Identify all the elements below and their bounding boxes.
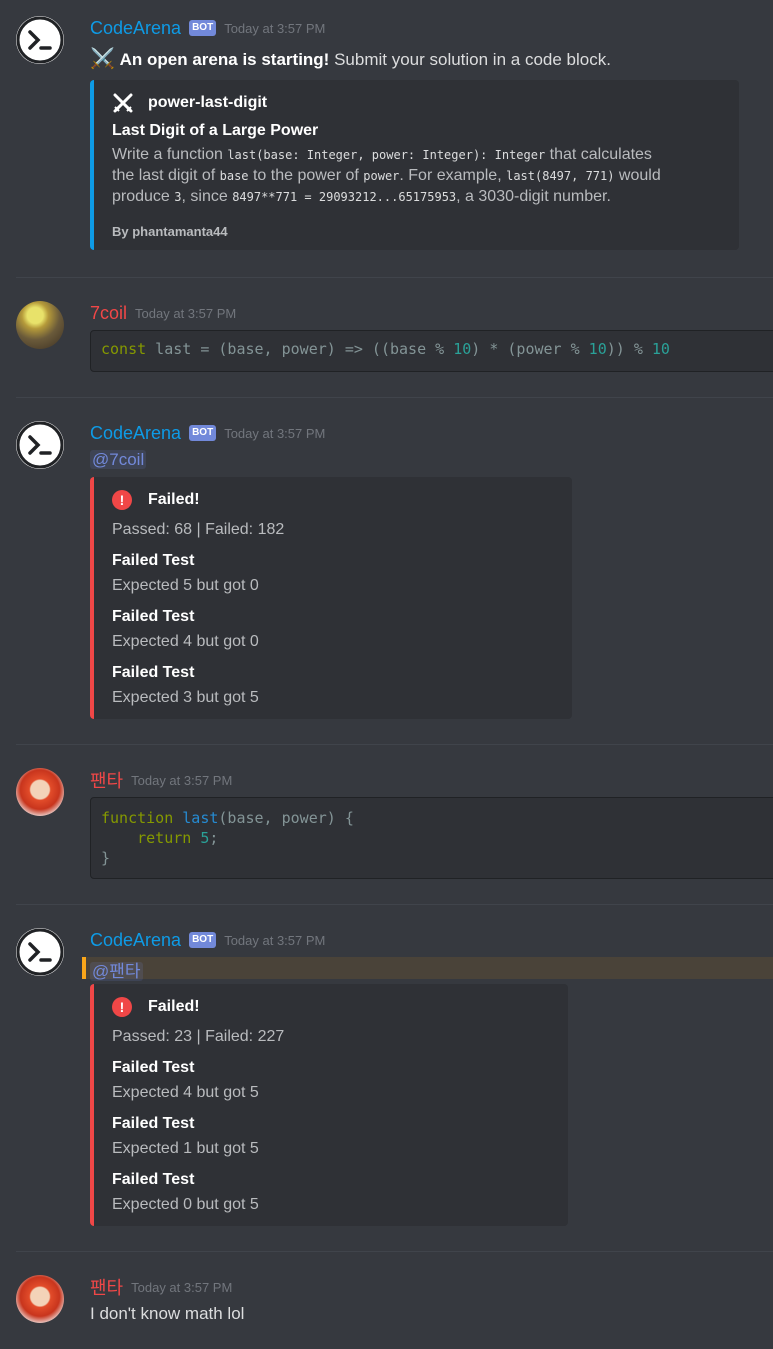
mention-highlight [82, 957, 773, 979]
challenge-embed: power-last-digit Last Digit of a Large P… [90, 80, 739, 250]
terminal-icon [16, 928, 64, 976]
test-title: Failed Test [112, 608, 195, 625]
embed-footer: By phantamanta44 [112, 224, 228, 239]
test-detail: Expected 3 but got 5 [112, 689, 259, 706]
test-detail: Expected 4 but got 0 [112, 633, 259, 650]
divider [16, 904, 773, 905]
divider [16, 277, 773, 278]
embed-title: power-last-digit [112, 92, 267, 114]
error-icon: ! [112, 997, 132, 1017]
embed-desc-line: Write a function last(base: Integer, pow… [112, 146, 652, 163]
code-block: const last = (base, power) => ((base % 1… [90, 330, 773, 372]
user-avatar[interactable] [16, 768, 64, 816]
crossed-swords-emoji: ⚔️ [90, 48, 115, 70]
username[interactable]: 7coil [90, 303, 127, 324]
intro-bold: An open arena is starting! [119, 50, 330, 69]
result-embed: ! Failed! Passed: 68 | Failed: 182 Failed… [90, 477, 572, 719]
test-detail: Expected 5 but got 0 [112, 577, 259, 594]
divider [16, 397, 773, 398]
message-group: 팬타 Today at 3:57 PM I don't know math lo… [0, 1275, 773, 1335]
message-group: CodeArena BOT Today at 3:57 PM @팬타 ! Fail… [0, 928, 773, 1228]
result-summary: Passed: 68 | Failed: 182 [112, 521, 285, 538]
bot-avatar[interactable] [16, 16, 64, 64]
message-text: ⚔️ An open arena is starting! Submit you… [90, 46, 611, 71]
bot-badge: BOT [189, 20, 217, 36]
username[interactable]: CodeArena [90, 423, 181, 444]
message-group: 팬타 Today at 3:57 PM function last(base, … [0, 768, 773, 883]
test-title: Failed Test [112, 664, 195, 681]
bot-avatar[interactable] [16, 421, 64, 469]
bot-badge: BOT [189, 932, 217, 948]
timestamp: Today at 3:57 PM [224, 932, 326, 948]
user-mention[interactable]: @팬타 [90, 962, 143, 981]
timestamp: Today at 3:57 PM [131, 772, 233, 788]
terminal-icon [16, 421, 64, 469]
result-status: ! Failed! [112, 997, 200, 1017]
test-detail: Expected 0 but got 5 [112, 1196, 259, 1213]
intro-rest: Submit your solution in a code block. [329, 50, 611, 69]
test-title: Failed Test [112, 1059, 195, 1076]
divider [16, 744, 773, 745]
test-title: Failed Test [112, 1115, 195, 1132]
embed-desc-line: produce 3, since 8497**771 = 29093212...… [112, 188, 611, 205]
test-title: Failed Test [112, 552, 195, 569]
user-avatar[interactable] [16, 1275, 64, 1323]
timestamp: Today at 3:57 PM [135, 305, 237, 321]
timestamp: Today at 3:57 PM [131, 1279, 233, 1295]
username[interactable]: CodeArena [90, 930, 181, 951]
embed-desc-line: the last digit of base to the power of p… [112, 167, 661, 184]
message-group: CodeArena BOT Today at 3:57 PM @7coil ! F… [0, 421, 773, 721]
terminal-icon [16, 16, 64, 64]
message-group: CodeArena BOT Today at 3:57 PM ⚔️ An ope… [0, 16, 773, 256]
username[interactable]: CodeArena [90, 18, 181, 39]
message-text: I don't know math lol [90, 1304, 245, 1323]
bot-badge: BOT [189, 425, 217, 441]
test-title: Failed Test [112, 1171, 195, 1188]
test-detail: Expected 1 but got 5 [112, 1140, 259, 1157]
result-embed: ! Failed! Passed: 23 | Failed: 227 Failed… [90, 984, 568, 1226]
result-summary: Passed: 23 | Failed: 227 [112, 1028, 285, 1045]
bot-avatar[interactable] [16, 928, 64, 976]
timestamp: Today at 3:57 PM [224, 20, 326, 36]
divider [16, 1251, 773, 1252]
username[interactable]: 팬타 [90, 1274, 123, 1300]
user-mention[interactable]: @7coil [90, 450, 147, 469]
test-detail: Expected 4 but got 5 [112, 1084, 259, 1101]
user-avatar[interactable] [16, 301, 64, 349]
result-status: ! Failed! [112, 490, 200, 510]
timestamp: Today at 3:57 PM [224, 425, 326, 441]
message-group: 7coil Today at 3:57 PM const last = (bas… [0, 301, 773, 381]
username[interactable]: 팬타 [90, 767, 123, 793]
embed-subtitle: Last Digit of a Large Power [112, 122, 319, 139]
code-block: function last(base, power) { return 5; } [90, 797, 773, 879]
error-icon: ! [112, 490, 132, 510]
crossed-swords-icon [113, 93, 133, 113]
